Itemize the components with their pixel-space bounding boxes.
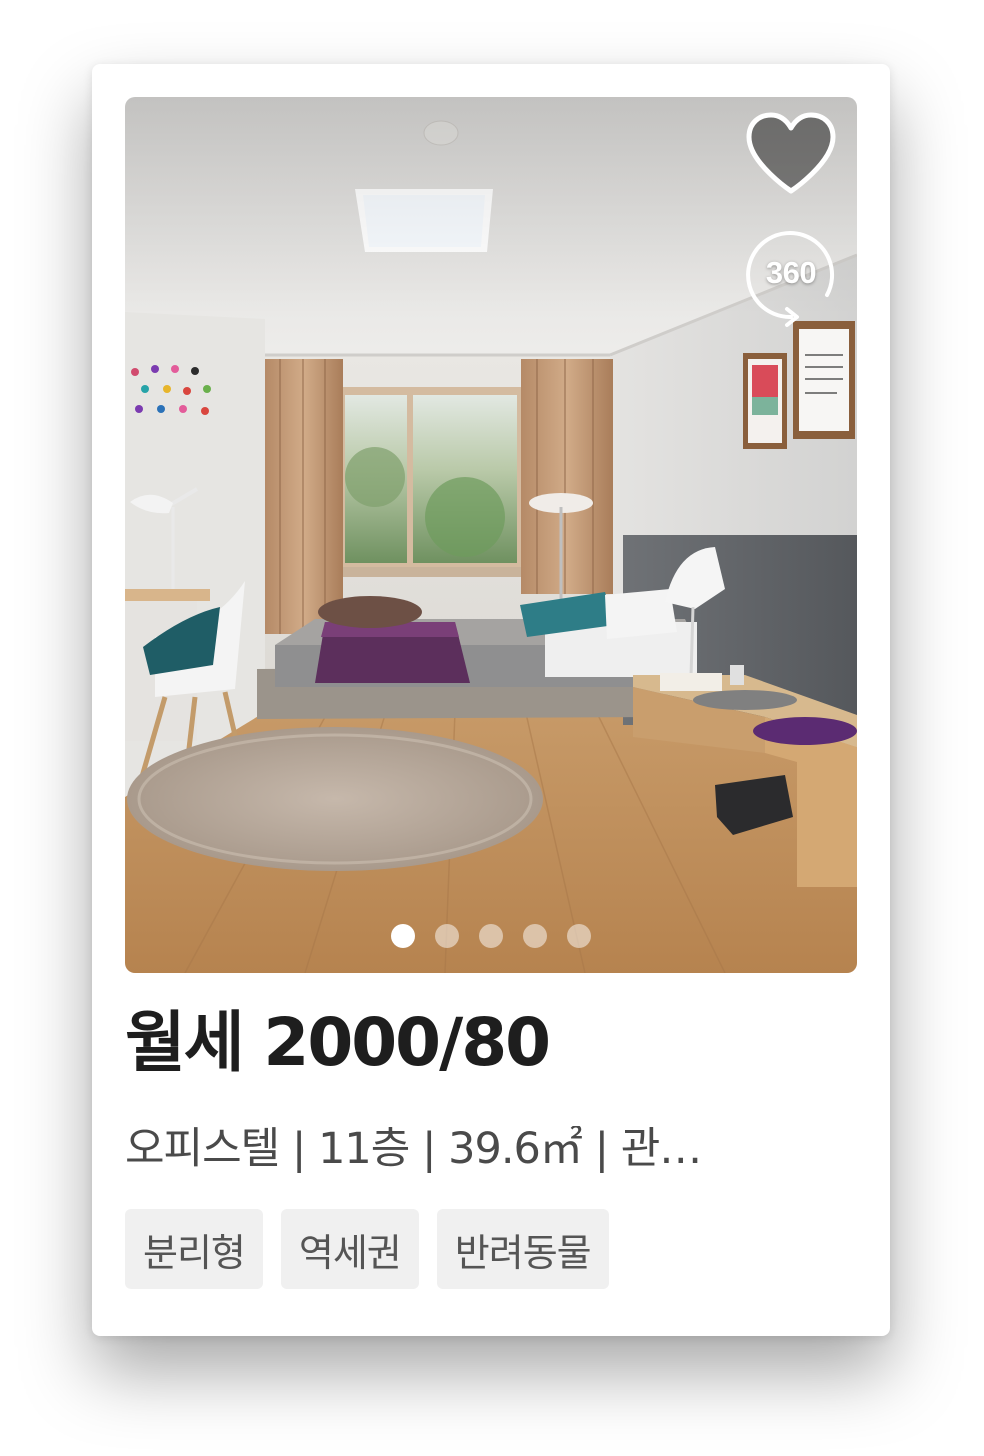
listing-details: 오피스텔 | 11층 | 39.6㎡ | 관…	[125, 1126, 702, 1174]
heart-icon	[746, 112, 836, 194]
listing-tags: 분리형 역세권 반려동물	[125, 1209, 609, 1289]
slide-dot-5[interactable]	[567, 924, 591, 948]
slide-dot-1[interactable]	[391, 924, 415, 948]
tag-pets-allowed: 반려동물	[436, 1209, 609, 1289]
slide-dot-4[interactable]	[523, 924, 547, 948]
slide-dot-3[interactable]	[479, 924, 503, 948]
favorite-button[interactable]	[743, 111, 839, 197]
tag-near-station: 역세권	[280, 1209, 419, 1289]
listing-card[interactable]: 360 월세 2000/80 오피스텔 | 11층 | 39.6㎡ | 관… 분…	[92, 64, 890, 1336]
tag-separated: 분리형	[125, 1209, 263, 1289]
view-360-label: 360	[765, 255, 817, 290]
listing-photo[interactable]: 360	[125, 97, 857, 973]
slide-dot-2[interactable]	[435, 924, 459, 948]
listing-price: 월세 2000/80	[125, 1004, 551, 1081]
slide-indicator	[125, 924, 857, 948]
view-360-button[interactable]: 360	[743, 225, 839, 333]
